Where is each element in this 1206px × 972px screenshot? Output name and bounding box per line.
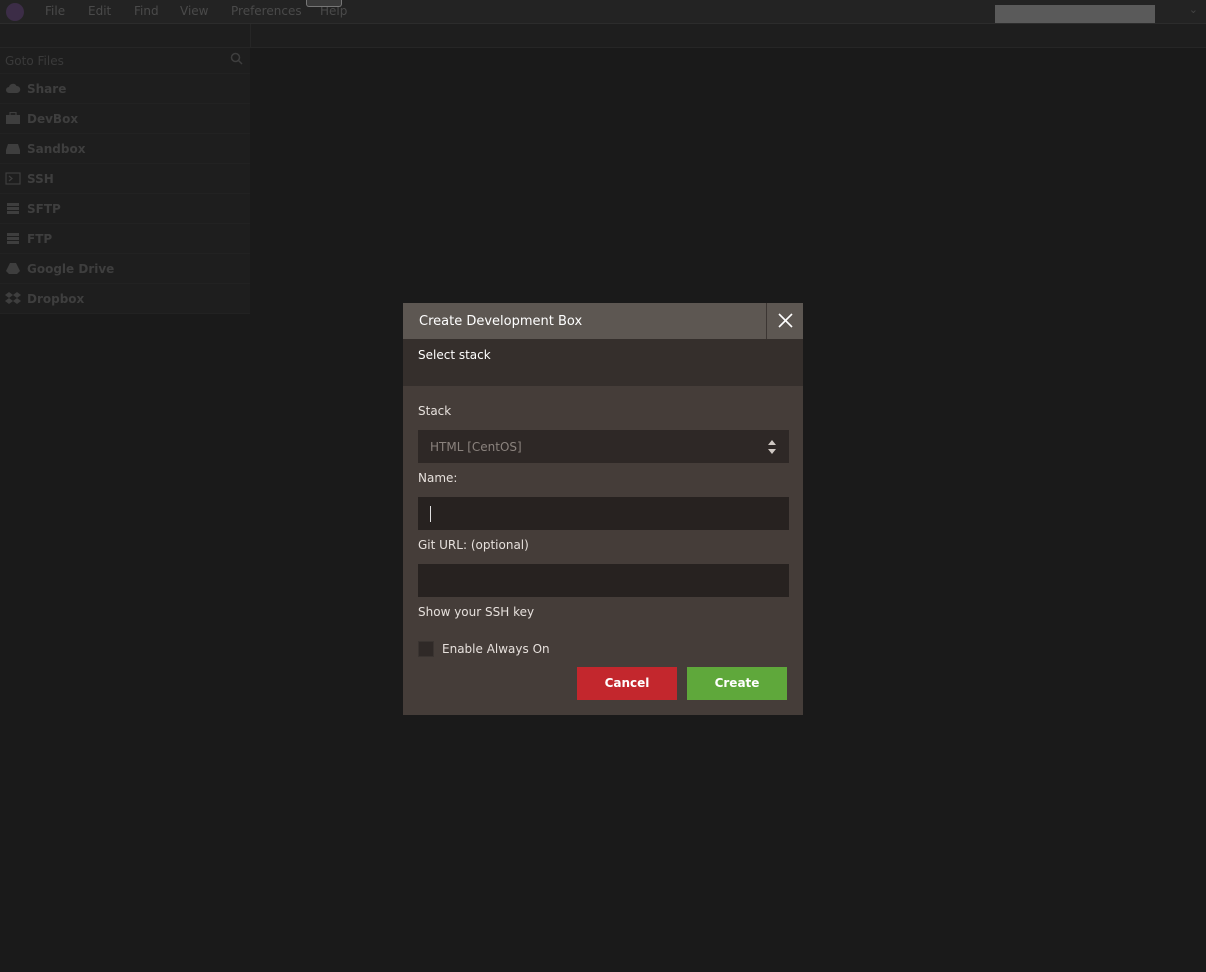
sidebar-item-label: Sandbox: [27, 142, 86, 156]
dialog-title: Create Development Box: [419, 314, 583, 329]
dialog-subheader: Select stack: [403, 339, 803, 386]
name-input[interactable]: [418, 497, 789, 530]
stack-select[interactable]: HTML [CentOS]: [418, 430, 789, 463]
google-drive-icon: [6, 263, 20, 274]
menu-file[interactable]: File: [45, 4, 65, 18]
name-label: Name:: [418, 471, 458, 485]
sidebar-item-sandbox[interactable]: Sandbox: [0, 134, 250, 164]
goto-files-placeholder: Goto Files: [5, 54, 64, 68]
stack-label: Stack: [418, 404, 452, 418]
git-url-input[interactable]: [418, 564, 789, 597]
sidebar-item-sftp[interactable]: SFTP: [0, 194, 250, 224]
menu-preferences[interactable]: Preferences: [231, 4, 302, 18]
cancel-button[interactable]: Cancel: [577, 667, 677, 700]
drag-handle[interactable]: [306, 0, 342, 7]
dialog-subtitle: Select stack: [418, 348, 491, 362]
terminal-icon: [5, 172, 21, 185]
chevron-down-icon[interactable]: ⌄: [1189, 3, 1198, 16]
sidebar-item-ftp[interactable]: FTP: [0, 224, 250, 254]
enable-always-on-checkbox[interactable]: [418, 641, 434, 657]
dialog-header: Create Development Box: [403, 303, 803, 339]
server-icon: [7, 203, 19, 214]
create-devbox-dialog: Create Development Box Select stack Stac…: [403, 303, 803, 715]
sidebar-item-label: DevBox: [27, 112, 79, 126]
sidebar-item-label: FTP: [27, 232, 53, 246]
app-logo-icon: [6, 3, 24, 21]
briefcase-icon: [6, 112, 20, 124]
show-ssh-key-link[interactable]: Show your SSH key: [418, 605, 534, 619]
top-search-box[interactable]: [995, 5, 1155, 23]
git-url-label: Git URL: (optional): [418, 538, 529, 552]
close-button[interactable]: [766, 303, 804, 339]
goto-files-input[interactable]: Goto Files: [0, 48, 250, 74]
cloud-icon: [6, 83, 21, 93]
divider: [250, 24, 251, 47]
sidebar-item-devbox[interactable]: DevBox: [0, 104, 250, 134]
sidebar-item-share[interactable]: Share: [0, 74, 250, 104]
text-caret: [430, 506, 431, 522]
sidebar-item-label: Google Drive: [27, 262, 115, 276]
menu-edit[interactable]: Edit: [88, 4, 111, 18]
close-icon[interactable]: [767, 303, 804, 339]
sort-arrows-icon: [768, 440, 776, 454]
sidebar-item-label: Share: [27, 82, 67, 96]
stack-select-value: HTML [CentOS]: [430, 440, 522, 454]
enable-always-on-label[interactable]: Enable Always On: [442, 642, 550, 656]
sidebar-item-label: SSH: [27, 172, 54, 186]
toolbar-strip: [0, 24, 1206, 48]
sidebar-item-dropbox[interactable]: Dropbox: [0, 284, 250, 314]
server-icon: [7, 233, 19, 244]
sidebar-item-label: SFTP: [27, 202, 61, 216]
menu-bar: File Edit Find View Preferences Help ⌄: [0, 0, 1206, 24]
menu-view[interactable]: View: [180, 4, 208, 18]
drive-icon: [6, 144, 20, 154]
create-button[interactable]: Create: [687, 667, 787, 700]
sidebar-item-label: Dropbox: [27, 292, 85, 306]
menu-find[interactable]: Find: [134, 4, 159, 18]
sidebar: Goto Files Share DevBox Sandbox SSH SFTP…: [0, 48, 250, 314]
sidebar-item-google-drive[interactable]: Google Drive: [0, 254, 250, 284]
sidebar-item-ssh[interactable]: SSH: [0, 164, 250, 194]
dropbox-icon: [5, 292, 21, 304]
search-icon[interactable]: [230, 52, 243, 65]
